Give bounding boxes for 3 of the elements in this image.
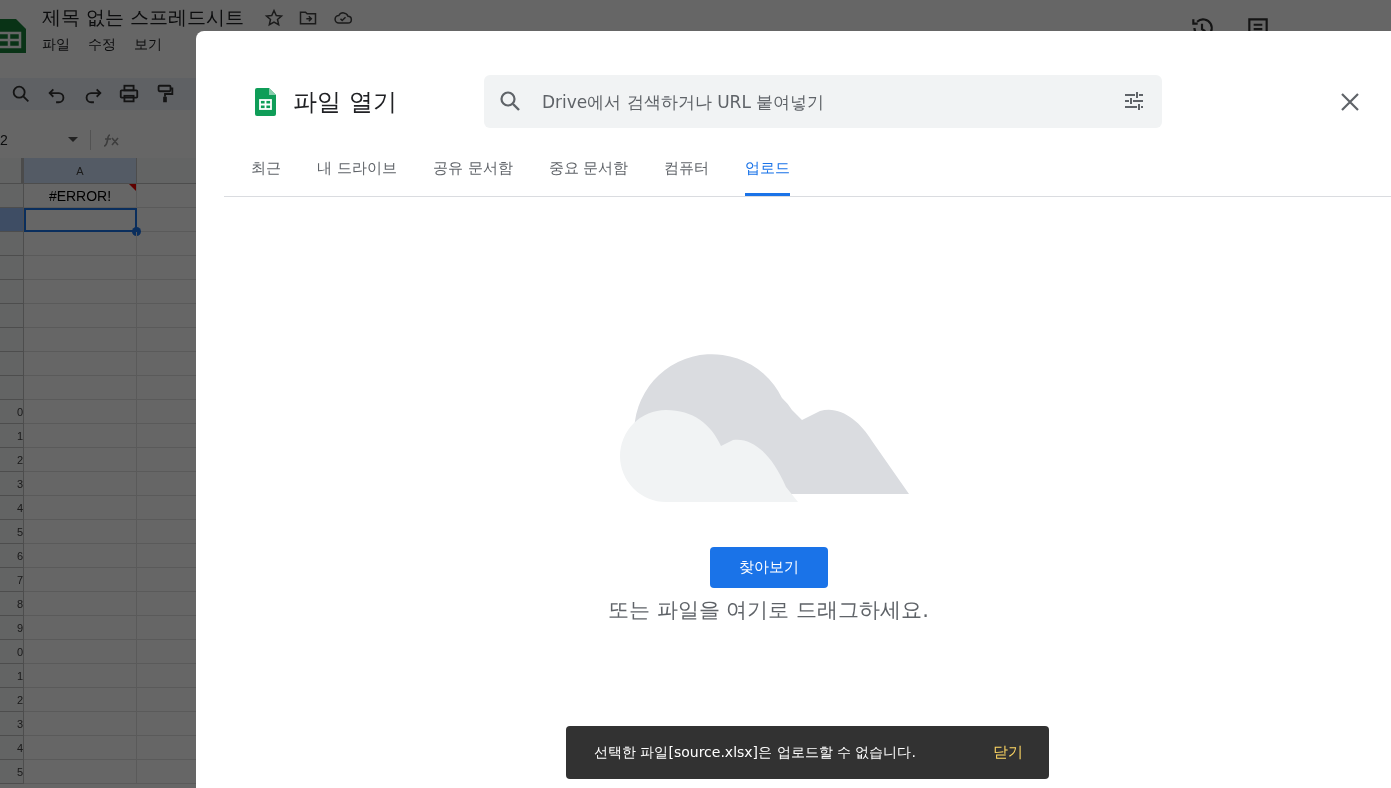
drop-hint: 또는 파일을 여기로 드래그하세요. — [608, 597, 929, 624]
snackbar-message: 선택한 파일[source.xlsx]은 업로드할 수 없습니다. — [594, 743, 917, 762]
dialog-title: 파일 열기 — [293, 86, 397, 118]
